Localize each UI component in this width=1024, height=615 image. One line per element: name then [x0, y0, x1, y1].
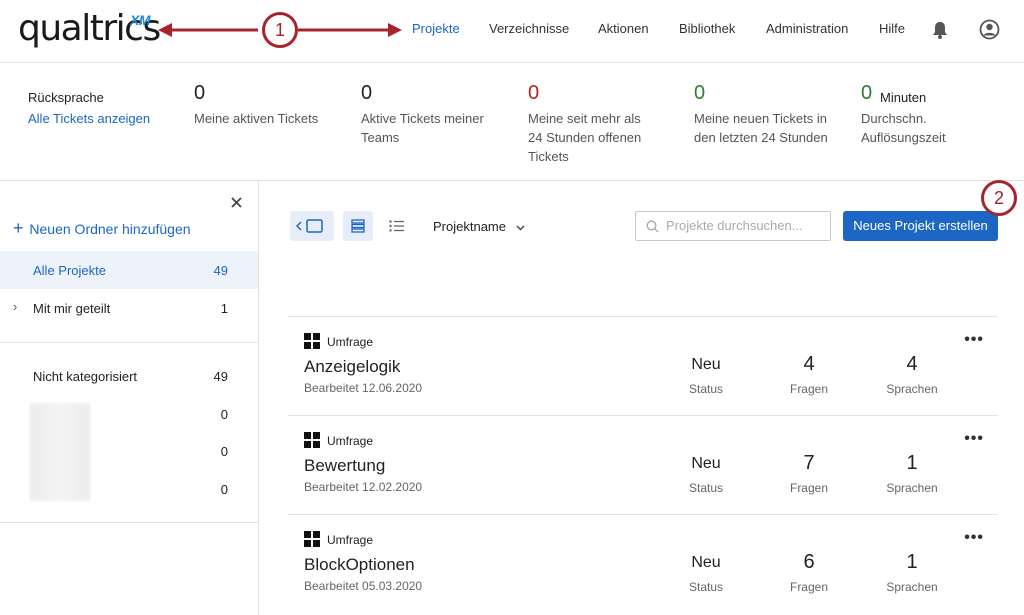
project-card[interactable]: Umfrage Anzeigelogik Bearbeitet 12.06.20… [288, 316, 998, 415]
stat-desc: Aktive Tickets meiner Teams [361, 111, 484, 145]
chevron-right-icon[interactable]: › [13, 299, 17, 314]
sort-dropdown[interactable]: Projektname [433, 219, 525, 234]
project-name[interactable]: Bewertung [304, 456, 385, 476]
project-languages-label: Sprachen [886, 481, 938, 495]
project-status-value: Neu [691, 356, 721, 373]
folder-label: Mit mir geteilt [33, 301, 111, 316]
user-profile-icon[interactable] [979, 19, 1000, 40]
more-options-icon[interactable]: ••• [964, 331, 984, 349]
folder-shared-with-me[interactable]: › Mit mir geteilt 1 [0, 289, 258, 327]
project-edited-date: Bearbeitet 12.06.2020 [304, 381, 423, 395]
project-status-value: Neu [691, 455, 721, 472]
nav-hilfe[interactable]: Hilfe [879, 21, 905, 36]
divider [0, 522, 258, 523]
bell-icon[interactable] [931, 20, 949, 40]
project-questions-label: Fragen [789, 382, 829, 396]
tickets-summary: Rücksprache Alle Tickets anzeigen 0 Mein… [0, 63, 1024, 181]
project-edited-date: Bearbeitet 12.02.2020 [304, 480, 423, 494]
folder-redacted[interactable]: 0 [0, 470, 258, 508]
search-icon [646, 220, 659, 233]
project-questions-value: 4 [803, 353, 815, 375]
stat-desc: Durchschn. Auflösungszeit [861, 111, 946, 145]
folder-count: 0 [220, 482, 228, 497]
nav-administration[interactable]: Administration [766, 21, 848, 36]
stat-desc: Meine aktiven Tickets [194, 111, 319, 126]
project-type: Umfrage [327, 533, 374, 547]
stat-desc: Meine seit mehr als 24 Stunden offenen T… [528, 111, 642, 164]
annotation-badge-1: 1 [262, 12, 298, 48]
folder-count: 49 [213, 263, 228, 278]
sort-label: Projektname [433, 219, 506, 234]
tickets-label: Rücksprache [28, 90, 104, 105]
stat-value: 0 [694, 82, 706, 104]
project-questions-label: Fragen [789, 580, 829, 594]
stat-value: 0 [361, 82, 373, 104]
stat-desc: Meine neuen Tickets in den letzten 24 St… [694, 111, 828, 145]
project-languages-value: 1 [906, 551, 918, 573]
nav-bibliothek[interactable]: Bibliothek [679, 21, 735, 36]
project-languages-label: Sprachen [886, 580, 938, 594]
project-name[interactable]: Anzeigelogik [304, 357, 400, 377]
survey-icon [304, 333, 320, 349]
survey-icon [304, 531, 320, 547]
folder-label: Nicht kategorisiert [33, 369, 138, 384]
folder-redacted[interactable]: 0 [0, 432, 258, 470]
stat-unit: Minuten [880, 90, 927, 105]
card-view-icon [351, 219, 365, 233]
collapse-panel-icon [296, 219, 323, 233]
project-questions-value: 7 [803, 452, 815, 474]
top-header: qualtrics XM 1 Projekte Verzeichnisse Ak… [0, 0, 1024, 63]
add-folder-button[interactable]: + Neuen Ordner hinzufügen [13, 218, 191, 239]
list-view-icon [389, 220, 404, 232]
folder-sidebar: + Neuen Ordner hinzufügen Alle Projekte … [0, 181, 259, 615]
folder-redacted[interactable]: 0 [0, 395, 258, 433]
project-status-label: Status [688, 580, 724, 594]
more-options-icon[interactable]: ••• [964, 529, 984, 547]
folder-count: 0 [220, 407, 228, 422]
divider [0, 342, 258, 343]
add-folder-label: Neuen Ordner hinzufügen [29, 221, 191, 237]
project-card[interactable]: Umfrage Bewertung Bearbeitet 12.02.2020 … [288, 415, 998, 514]
nav-projekte[interactable]: Projekte [412, 21, 460, 36]
stat-value: 0 [194, 82, 206, 104]
project-languages-label: Sprachen [886, 382, 938, 396]
project-status-label: Status [688, 481, 724, 495]
close-icon[interactable] [231, 197, 242, 208]
chevron-down-icon [516, 225, 525, 231]
plus-icon: + [13, 218, 24, 238]
folder-uncategorized[interactable]: Nicht kategorisiert 49 [0, 357, 258, 395]
card-view-button[interactable] [343, 211, 373, 241]
project-status-value: Neu [691, 554, 721, 571]
project-questions-label: Fragen [789, 481, 829, 495]
project-languages-value: 1 [906, 452, 918, 474]
stat-value: 0 [861, 82, 873, 104]
nav-verzeichnisse[interactable]: Verzeichnisse [489, 21, 569, 36]
search-input[interactable] [666, 218, 826, 233]
nav-aktionen[interactable]: Aktionen [598, 21, 649, 36]
folder-count: 49 [213, 369, 228, 384]
folder-all-projects[interactable]: Alle Projekte 49 [0, 251, 258, 289]
project-status-label: Status [688, 382, 724, 396]
folder-count: 0 [220, 444, 228, 459]
create-project-button[interactable]: Neues Projekt erstellen [843, 211, 998, 241]
project-languages-value: 4 [906, 353, 918, 375]
collapse-sidebar-button[interactable] [290, 211, 334, 241]
more-options-icon[interactable]: ••• [964, 430, 984, 448]
logo-xm-mark: XM [130, 12, 151, 28]
project-edited-date: Bearbeitet 05.03.2020 [304, 579, 423, 593]
folder-count: 1 [220, 301, 228, 316]
project-type: Umfrage [327, 434, 374, 448]
list-view-button[interactable] [382, 211, 412, 241]
all-tickets-link[interactable]: Alle Tickets anzeigen [28, 111, 150, 126]
stat-value: 0 [528, 82, 540, 104]
project-name[interactable]: BlockOptionen [304, 555, 415, 575]
survey-icon [304, 432, 320, 448]
annotation-badge-2: 2 [981, 180, 1017, 216]
project-questions-value: 6 [803, 551, 815, 573]
project-search[interactable] [635, 211, 831, 241]
folder-label: Alle Projekte [33, 263, 106, 278]
project-type: Umfrage [327, 335, 374, 349]
project-card[interactable]: Umfrage BlockOptionen Bearbeitet 05.03.2… [288, 514, 998, 613]
